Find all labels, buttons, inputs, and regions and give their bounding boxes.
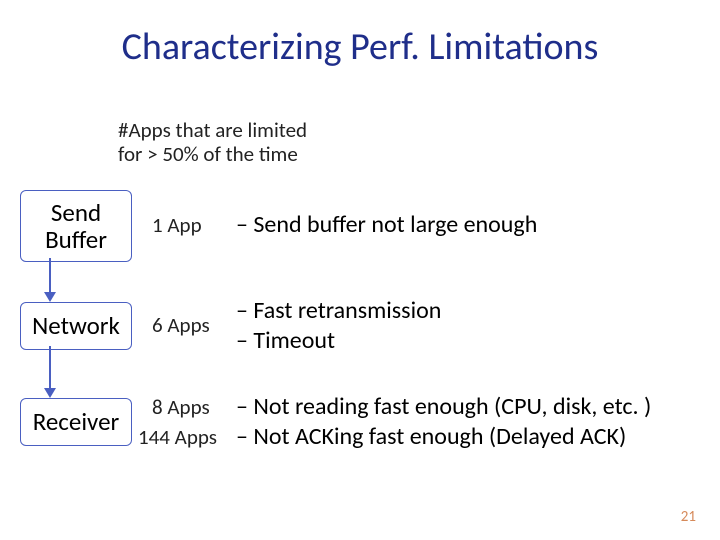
desc-network-line2: – Timeout — [236, 326, 441, 356]
count-send-buffer: 1 App — [152, 212, 202, 238]
flow-node-label: Send — [45, 199, 107, 227]
count-receiver-a: 8 Apps — [152, 394, 210, 420]
desc-send-buffer: – Send buffer not large enough — [236, 210, 537, 239]
flow-node-network: Network — [20, 302, 132, 350]
desc-network-line1: – Fast retransmission — [236, 296, 441, 326]
flow-node-receiver: Receiver — [20, 398, 132, 446]
flow-node-label: Network — [32, 312, 120, 340]
page-number: 21 — [681, 508, 696, 526]
desc-receiver-a: – Not reading fast enough (CPU, disk, et… — [236, 392, 651, 421]
page-title: Characterizing Perf. Limitations — [0, 0, 720, 70]
flow-node-label: Buffer — [45, 226, 107, 254]
arrow-down-icon — [40, 346, 60, 398]
column-header-note: #Apps that are limited for > 50% of the … — [118, 118, 307, 166]
desc-network: – Fast retransmission – Timeout — [236, 296, 441, 356]
header-note-line2: for > 50% of the time — [118, 142, 307, 166]
count-network: 6 Apps — [152, 312, 210, 338]
flow-node-send-buffer: Send Buffer — [20, 190, 132, 262]
flow-node-label: Receiver — [33, 408, 120, 436]
desc-receiver-b: – Not ACKing fast enough (Delayed ACK) — [236, 422, 626, 451]
count-receiver-b: 144 Apps — [138, 424, 217, 450]
arrow-down-icon — [40, 258, 60, 302]
header-note-line1: #Apps that are limited — [118, 118, 307, 142]
